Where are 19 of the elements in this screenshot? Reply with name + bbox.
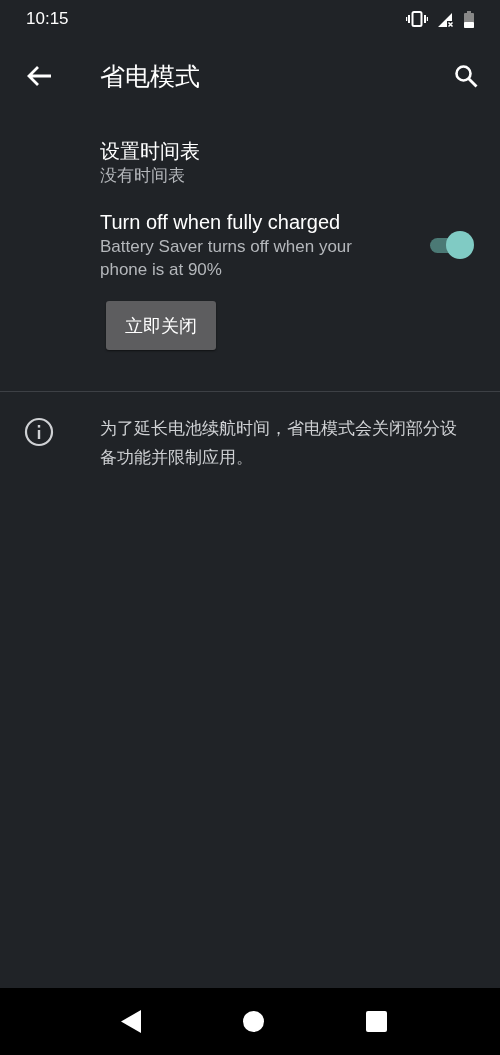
setting-item[interactable]: Turn off when fully charged Battery Saver turns off when your phone is at 90% — [0, 209, 500, 281]
home-circle-icon[interactable] — [243, 1011, 264, 1032]
page-title: 省电模式 — [100, 60, 201, 92]
info-text: 为了延长电池续航时间，省电模式会关闭部分设备功能并限制应用。 — [100, 418, 458, 469]
back-arrow-icon[interactable] — [26, 65, 52, 87]
status-time: 10:15 — [26, 9, 70, 29]
setting-title: Turn off when fully charged — [100, 210, 342, 235]
signal-icon — [438, 11, 454, 27]
setting-summary: 没有时间表 — [100, 165, 186, 187]
setting-item[interactable]: 设置时间表 没有时间表 — [0, 138, 500, 187]
turn-off-now-button[interactable]: 立即关闭 — [106, 301, 216, 350]
info-icon — [24, 417, 54, 447]
vibrate-icon — [406, 11, 428, 27]
setting-title: 设置时间表 — [100, 139, 201, 164]
setting-summary: Battery Saver turns off when your phone is at 90% — [100, 236, 353, 281]
toggle-switch[interactable] — [428, 231, 474, 259]
search-icon[interactable] — [454, 64, 478, 88]
battery-icon — [464, 10, 474, 28]
back-triangle-icon[interactable] — [121, 1010, 141, 1033]
